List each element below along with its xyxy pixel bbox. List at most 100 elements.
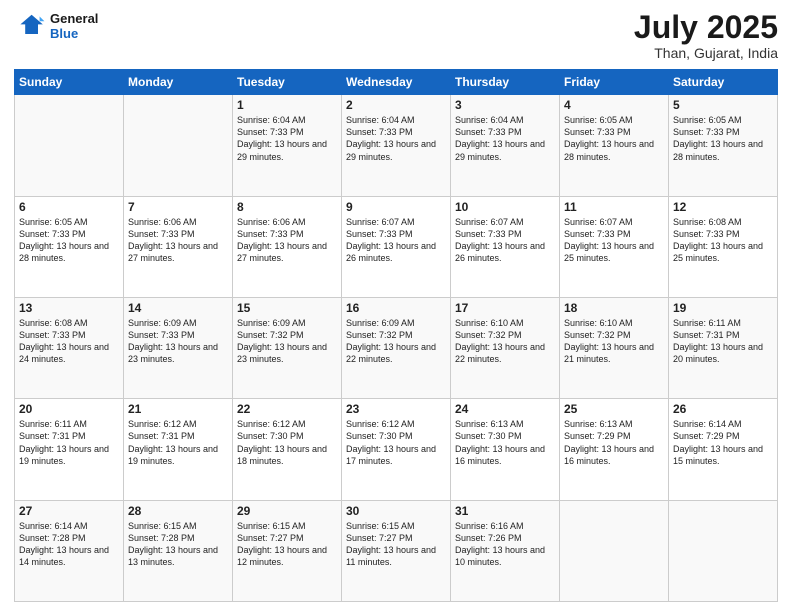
day-info: Sunrise: 6:13 AM Sunset: 7:29 PM Dayligh… (564, 418, 664, 467)
day-number: 3 (455, 98, 555, 112)
calendar-cell: 16 Sunrise: 6:09 AM Sunset: 7:32 PM Dayli… (342, 297, 451, 398)
day-number: 7 (128, 200, 228, 214)
week-row-1: 1Sunrise: 6:04 AM Sunset: 7:33 PM Daylig… (15, 95, 778, 196)
day-number: 28 (128, 504, 228, 518)
day-number: 29 (237, 504, 337, 518)
logo-icon (14, 10, 46, 42)
day-info: Sunrise: 6:15 AM Sunset: 7:28 PM Dayligh… (128, 520, 228, 569)
calendar-cell: 26 Sunrise: 6:14 AM Sunset: 7:29 PM Dayli… (669, 399, 778, 500)
calendar-cell: 23 Sunrise: 6:12 AM Sunset: 7:30 PM Dayli… (342, 399, 451, 500)
weekday-header-row: SundayMondayTuesdayWednesdayThursdayFrid… (15, 70, 778, 95)
calendar-cell: 15 Sunrise: 6:09 AM Sunset: 7:32 PM Dayli… (233, 297, 342, 398)
calendar-cell: 10Sunrise: 6:07 AM Sunset: 7:33 PM Dayli… (451, 196, 560, 297)
day-number: 19 (673, 301, 773, 315)
header: General Blue July 2025 Than, Gujarat, In… (14, 10, 778, 61)
location: Than, Gujarat, India (634, 45, 778, 61)
calendar-cell (560, 500, 669, 601)
calendar-cell: 20 Sunrise: 6:11 AM Sunset: 7:31 PM Dayli… (15, 399, 124, 500)
calendar-cell: 7 Sunrise: 6:06 AM Sunset: 7:33 PM Daylig… (124, 196, 233, 297)
calendar-cell: 27Sunrise: 6:14 AM Sunset: 7:28 PM Dayli… (15, 500, 124, 601)
day-number: 27 (19, 504, 119, 518)
calendar-cell: 28 Sunrise: 6:15 AM Sunset: 7:28 PM Dayli… (124, 500, 233, 601)
day-info: Sunrise: 6:05 AM Sunset: 7:33 PM Dayligh… (673, 114, 773, 163)
day-number: 18 (564, 301, 664, 315)
calendar-cell: 4 Sunrise: 6:05 AM Sunset: 7:33 PM Daylig… (560, 95, 669, 196)
day-number: 20 (19, 402, 119, 416)
calendar-cell: 11 Sunrise: 6:07 AM Sunset: 7:33 PM Dayli… (560, 196, 669, 297)
calendar-cell: 12Sunrise: 6:08 AM Sunset: 7:33 PM Dayli… (669, 196, 778, 297)
calendar-cell (669, 500, 778, 601)
day-info: Sunrise: 6:14 AM Sunset: 7:29 PM Dayligh… (673, 418, 773, 467)
calendar-cell: 6 Sunrise: 6:05 AM Sunset: 7:33 PM Daylig… (15, 196, 124, 297)
day-info: Sunrise: 6:05 AM Sunset: 7:33 PM Dayligh… (564, 114, 664, 163)
day-number: 11 (564, 200, 664, 214)
calendar-cell: 30Sunrise: 6:15 AM Sunset: 7:27 PM Dayli… (342, 500, 451, 601)
day-number: 15 (237, 301, 337, 315)
day-number: 21 (128, 402, 228, 416)
day-info: Sunrise: 6:06 AM Sunset: 7:33 PM Dayligh… (128, 216, 228, 265)
day-info: Sunrise: 6:08 AM Sunset: 7:33 PM Dayligh… (673, 216, 773, 265)
day-info: Sunrise: 6:16 AM Sunset: 7:26 PM Dayligh… (455, 520, 555, 569)
day-info: Sunrise: 6:04 AM Sunset: 7:33 PM Dayligh… (455, 114, 555, 163)
logo-text: General Blue (50, 11, 98, 41)
day-number: 25 (564, 402, 664, 416)
weekday-header-saturday: Saturday (669, 70, 778, 95)
day-info: Sunrise: 6:04 AM Sunset: 7:33 PM Dayligh… (237, 114, 337, 163)
day-info: Sunrise: 6:15 AM Sunset: 7:27 PM Dayligh… (237, 520, 337, 569)
day-number: 10 (455, 200, 555, 214)
calendar-cell: 31Sunrise: 6:16 AM Sunset: 7:26 PM Dayli… (451, 500, 560, 601)
day-info: Sunrise: 6:11 AM Sunset: 7:31 PM Dayligh… (19, 418, 119, 467)
day-info: Sunrise: 6:15 AM Sunset: 7:27 PM Dayligh… (346, 520, 446, 569)
calendar-cell: 21 Sunrise: 6:12 AM Sunset: 7:31 PM Dayli… (124, 399, 233, 500)
logo: General Blue (14, 10, 98, 42)
calendar-cell: 29 Sunrise: 6:15 AM Sunset: 7:27 PM Dayli… (233, 500, 342, 601)
day-info: Sunrise: 6:10 AM Sunset: 7:32 PM Dayligh… (455, 317, 555, 366)
day-number: 22 (237, 402, 337, 416)
day-number: 2 (346, 98, 446, 112)
calendar-cell: 5 Sunrise: 6:05 AM Sunset: 7:33 PM Daylig… (669, 95, 778, 196)
day-number: 8 (237, 200, 337, 214)
day-info: Sunrise: 6:09 AM Sunset: 7:33 PM Dayligh… (128, 317, 228, 366)
calendar-cell: 22 Sunrise: 6:12 AM Sunset: 7:30 PM Dayli… (233, 399, 342, 500)
day-info: Sunrise: 6:10 AM Sunset: 7:32 PM Dayligh… (564, 317, 664, 366)
weekday-header-thursday: Thursday (451, 70, 560, 95)
day-number: 13 (19, 301, 119, 315)
day-number: 9 (346, 200, 446, 214)
calendar-cell (124, 95, 233, 196)
weekday-header-tuesday: Tuesday (233, 70, 342, 95)
calendar-cell: 19Sunrise: 6:11 AM Sunset: 7:31 PM Dayli… (669, 297, 778, 398)
week-row-3: 13 Sunrise: 6:08 AM Sunset: 7:33 PM Dayli… (15, 297, 778, 398)
day-number: 6 (19, 200, 119, 214)
day-number: 16 (346, 301, 446, 315)
day-info: Sunrise: 6:13 AM Sunset: 7:30 PM Dayligh… (455, 418, 555, 467)
day-info: Sunrise: 6:09 AM Sunset: 7:32 PM Dayligh… (346, 317, 446, 366)
title-block: July 2025 Than, Gujarat, India (634, 10, 778, 61)
day-info: Sunrise: 6:05 AM Sunset: 7:33 PM Dayligh… (19, 216, 119, 265)
calendar-cell (15, 95, 124, 196)
calendar-cell: 14 Sunrise: 6:09 AM Sunset: 7:33 PM Dayli… (124, 297, 233, 398)
weekday-header-monday: Monday (124, 70, 233, 95)
day-info: Sunrise: 6:07 AM Sunset: 7:33 PM Dayligh… (346, 216, 446, 265)
day-info: Sunrise: 6:08 AM Sunset: 7:33 PM Dayligh… (19, 317, 119, 366)
calendar-table: SundayMondayTuesdayWednesdayThursdayFrid… (14, 69, 778, 602)
day-info: Sunrise: 6:12 AM Sunset: 7:31 PM Dayligh… (128, 418, 228, 467)
week-row-5: 27Sunrise: 6:14 AM Sunset: 7:28 PM Dayli… (15, 500, 778, 601)
day-info: Sunrise: 6:09 AM Sunset: 7:32 PM Dayligh… (237, 317, 337, 366)
weekday-header-sunday: Sunday (15, 70, 124, 95)
day-number: 17 (455, 301, 555, 315)
calendar-cell: 9 Sunrise: 6:07 AM Sunset: 7:33 PM Daylig… (342, 196, 451, 297)
day-number: 26 (673, 402, 773, 416)
day-info: Sunrise: 6:06 AM Sunset: 7:33 PM Dayligh… (237, 216, 337, 265)
day-number: 5 (673, 98, 773, 112)
day-info: Sunrise: 6:07 AM Sunset: 7:33 PM Dayligh… (564, 216, 664, 265)
calendar-cell: 2Sunrise: 6:04 AM Sunset: 7:33 PM Daylig… (342, 95, 451, 196)
calendar-cell: 1Sunrise: 6:04 AM Sunset: 7:33 PM Daylig… (233, 95, 342, 196)
day-info: Sunrise: 6:12 AM Sunset: 7:30 PM Dayligh… (346, 418, 446, 467)
day-number: 23 (346, 402, 446, 416)
day-number: 4 (564, 98, 664, 112)
day-number: 24 (455, 402, 555, 416)
page: General Blue July 2025 Than, Gujarat, In… (0, 0, 792, 612)
day-info: Sunrise: 6:12 AM Sunset: 7:30 PM Dayligh… (237, 418, 337, 467)
day-number: 14 (128, 301, 228, 315)
calendar-cell: 17 Sunrise: 6:10 AM Sunset: 7:32 PM Dayli… (451, 297, 560, 398)
